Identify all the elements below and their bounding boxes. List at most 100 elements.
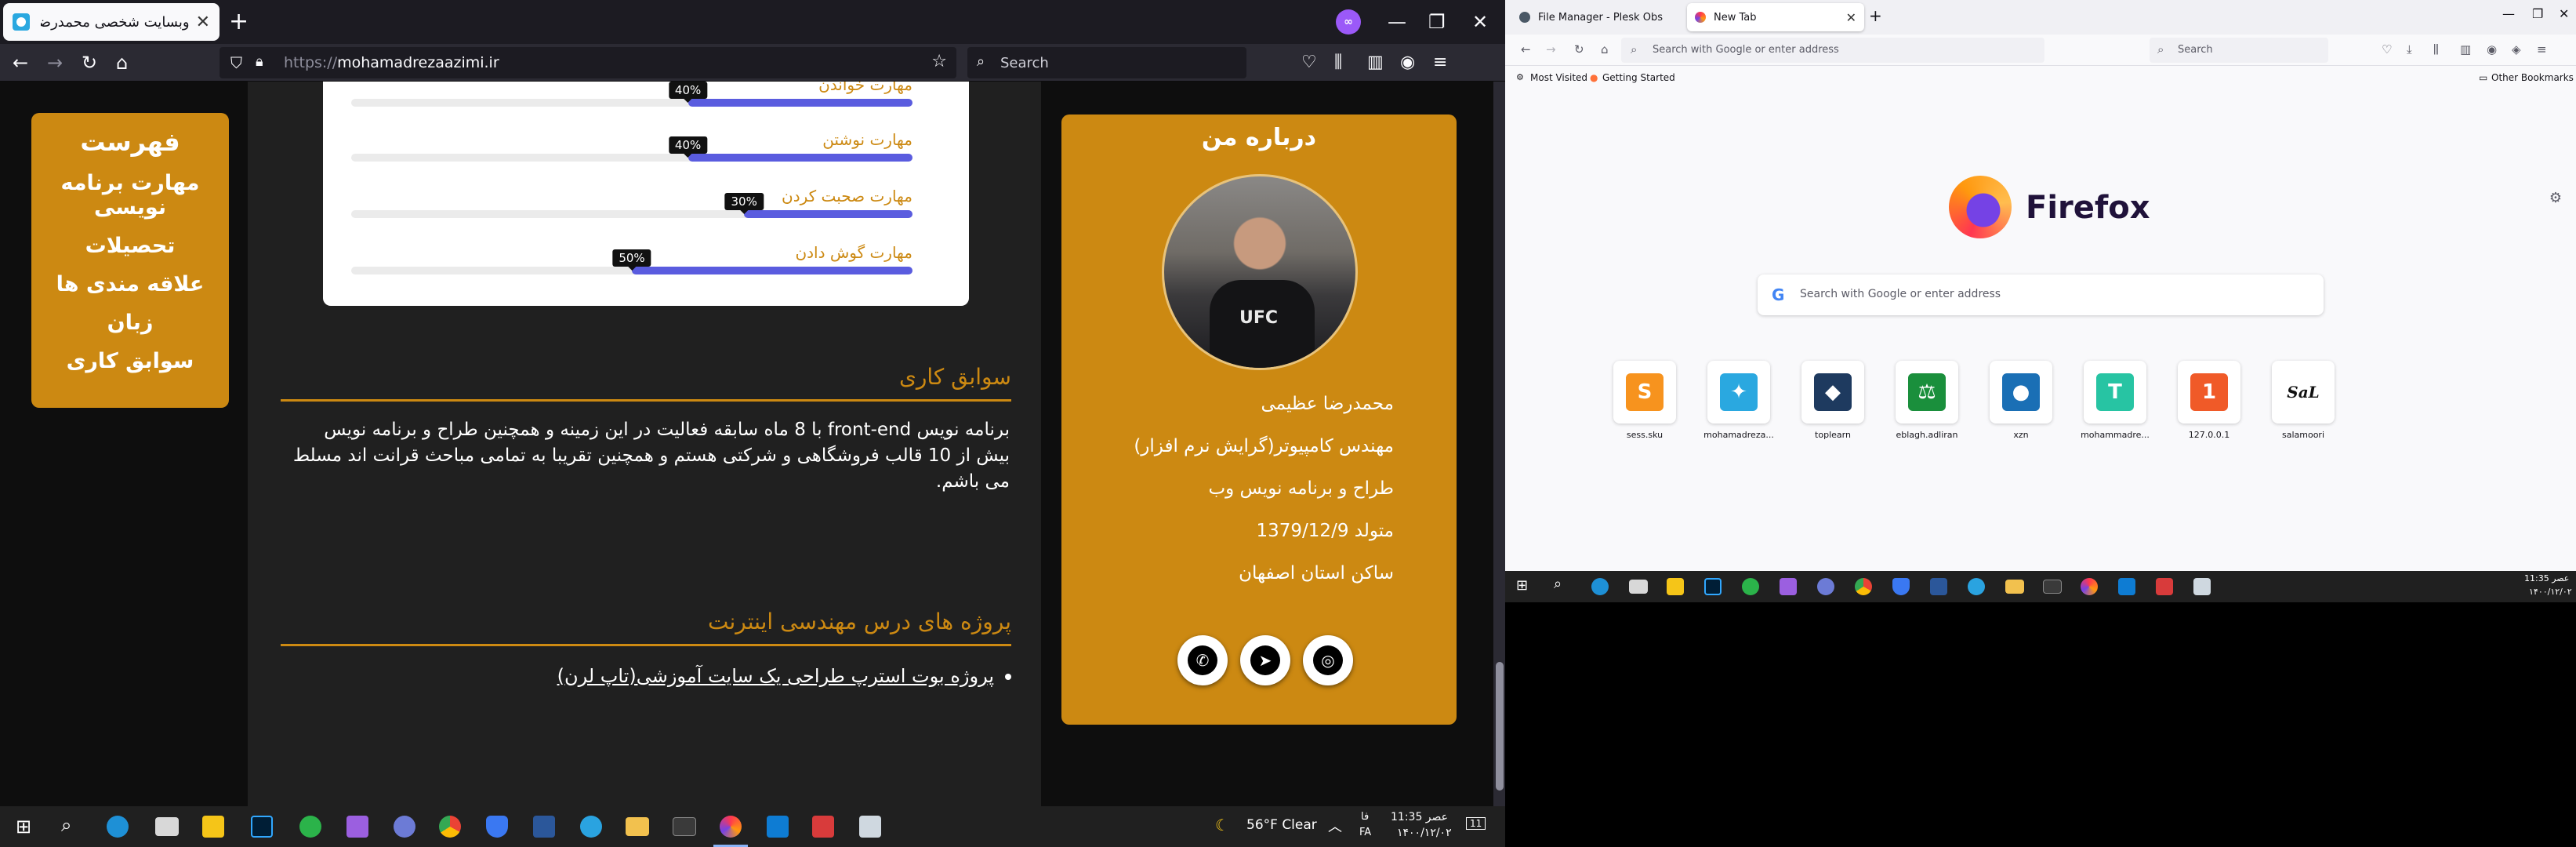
close-window-button[interactable]: ✕ — [1472, 6, 1488, 38]
maximize-button[interactable]: ❐ — [1428, 6, 1446, 38]
telegram-app-icon[interactable] — [580, 816, 602, 838]
sidebar-icon[interactable]: ▥ — [2460, 42, 2471, 56]
vscode-icon[interactable] — [2118, 578, 2135, 595]
minimize-button[interactable]: — — [2502, 6, 2515, 21]
mail-icon[interactable] — [1629, 580, 1648, 594]
word-web-icon[interactable] — [1817, 578, 1834, 595]
tab-file-manager[interactable]: File Manager - Plesk Obsidian 1 — [1511, 3, 1684, 31]
top-site-tile[interactable]: ✦ mohamadreza... — [1701, 361, 1776, 440]
anydesk-icon[interactable] — [2156, 578, 2173, 595]
shield-icon[interactable]: ⛉ — [230, 53, 242, 72]
terminal-icon[interactable] — [2043, 580, 2062, 594]
bookmark-star-icon[interactable]: ☆ — [931, 52, 947, 71]
firefox-taskbar-icon[interactable] — [2081, 578, 2098, 595]
tray-chevron-icon[interactable]: ︿ — [1328, 816, 1342, 836]
weather-text[interactable]: 56°F Clear — [1246, 817, 1317, 833]
edge-icon[interactable] — [107, 816, 129, 838]
chat-app-icon[interactable] — [1742, 578, 1759, 595]
library-icon[interactable]: ⫼ — [1334, 50, 1342, 75]
search-box[interactable]: ⌕ Search — [967, 47, 1246, 78]
clock-date[interactable]: ۱۴۰۰/۱۲/۰۲ — [2529, 587, 2572, 597]
photoshop-icon[interactable] — [251, 816, 273, 838]
chat-app-icon[interactable] — [299, 816, 321, 838]
forward-button[interactable]: → — [47, 49, 63, 77]
account-icon[interactable]: ◉ — [1400, 50, 1415, 75]
telegram-app-icon[interactable] — [1968, 578, 1985, 595]
library-icon[interactable]: ⫼ — [2433, 42, 2439, 56]
clock-time[interactable]: 11:35 عصر — [2524, 573, 2569, 583]
top-site-tile[interactable]: Ssess.sku — [1607, 361, 1682, 440]
menu-item-work[interactable]: سوابق کاری — [31, 349, 229, 373]
store-icon[interactable] — [1667, 578, 1684, 595]
store-icon[interactable] — [202, 816, 224, 838]
bookmark-getting-started[interactable]: Getting Started — [1602, 72, 1675, 83]
mail-icon[interactable] — [155, 817, 179, 836]
menu-icon[interactable]: ≡ — [2537, 42, 2547, 56]
visual-studio-icon[interactable] — [346, 816, 368, 838]
firefox-taskbar-icon[interactable] — [720, 816, 742, 838]
close-tab-icon[interactable]: ✕ — [196, 13, 210, 32]
forward-button[interactable]: → — [1546, 42, 1556, 56]
minimize-button[interactable]: — — [1388, 6, 1406, 38]
pocket-icon[interactable]: ♡ — [1301, 50, 1317, 75]
taskbar-search-icon[interactable]: ⌕ — [61, 814, 71, 836]
url-bar[interactable]: ⛉ 🔒︎ https://mohamadrezaazimi.ir ☆ — [220, 47, 956, 78]
defender-icon[interactable] — [1892, 578, 1910, 595]
lock-icon[interactable]: 🔒︎ — [256, 53, 263, 70]
menu-icon[interactable]: ≡ — [1433, 50, 1447, 75]
close-tab-icon[interactable]: ✕ — [1846, 10, 1856, 25]
menu-item-education[interactable]: تحصیلات — [31, 234, 229, 258]
pocket-icon[interactable]: ♡ — [2382, 42, 2392, 56]
project-link[interactable]: پروژه بوت استرپ طراحی یک سایت آموزشی(تاپ… — [549, 665, 1011, 687]
telegram-button[interactable]: ➤ — [1240, 635, 1290, 685]
visual-studio-icon[interactable] — [1780, 578, 1797, 595]
newtab-search-box[interactable]: G Search with Google or enter address — [1758, 274, 2324, 315]
top-site-tile[interactable]: ⚖ eblagh.adliran — [1889, 361, 1965, 440]
word-icon[interactable] — [533, 816, 555, 838]
chrome-icon[interactable] — [1855, 578, 1872, 595]
scrollbar-thumb[interactable] — [1496, 662, 1504, 791]
maximize-button[interactable]: ❐ — [2532, 6, 2543, 21]
page-scrollbar[interactable] — [1493, 82, 1505, 806]
anydesk-icon[interactable] — [812, 816, 834, 838]
back-button[interactable]: ← — [1521, 42, 1531, 56]
start-icon[interactable]: ⊞ — [16, 816, 31, 838]
terminal-icon[interactable] — [673, 817, 696, 836]
clock-date[interactable]: ۱۴۰۰/۱۲/۰۲ — [1397, 827, 1452, 839]
new-tab-button[interactable]: + — [1869, 6, 1882, 25]
top-site-tile[interactable]: ◆ toplearn — [1795, 361, 1870, 440]
top-site-tile[interactable]: 1 127.0.0.1 — [2171, 361, 2247, 440]
home-button[interactable]: ⌂ — [116, 49, 128, 77]
top-site-tile[interactable]: SaL salamoori — [2266, 361, 2341, 440]
account-icon[interactable]: ◉ — [2487, 42, 2497, 56]
back-button[interactable]: ← — [13, 49, 28, 77]
close-window-button[interactable]: ✕ — [2559, 6, 2569, 21]
search-box[interactable]: ⌕ Search — [2150, 38, 2328, 63]
photos-icon[interactable] — [859, 816, 881, 838]
other-bookmarks[interactable]: Other Bookmarks — [2491, 72, 2574, 83]
taskbar-search-icon[interactable]: ⌕ — [1554, 576, 1562, 592]
start-icon[interactable]: ⊞ — [1516, 577, 1528, 594]
whatsapp-button[interactable]: ✆ — [1177, 635, 1228, 685]
reload-button[interactable]: ↻ — [1574, 42, 1584, 56]
sidebar-icon[interactable]: ▥ — [1367, 50, 1384, 75]
home-button[interactable]: ⌂ — [1601, 42, 1609, 56]
menu-item-programming[interactable]: مهارت برنامه نویسی — [31, 171, 229, 220]
downloads-icon[interactable]: ⤓ — [2407, 42, 2412, 56]
menu-item-interests[interactable]: علاقه مندی ها — [31, 272, 229, 296]
top-site-tile[interactable]: Tmohammadre... — [2077, 361, 2153, 440]
new-tab-button[interactable]: + — [229, 8, 249, 36]
clock-time[interactable]: 11:35 عصر — [1391, 811, 1448, 823]
vscode-icon[interactable] — [767, 816, 789, 838]
extension-icon[interactable]: ◈ — [2512, 42, 2521, 56]
photoshop-icon[interactable] — [1704, 578, 1722, 595]
instagram-button[interactable]: ◎ — [1303, 635, 1353, 685]
url-bar[interactable]: ⌕ Search with Google or enter address — [1621, 38, 2044, 63]
bookmark-most-visited[interactable]: Most Visited — [1530, 72, 1587, 83]
photos-icon[interactable] — [2193, 578, 2211, 595]
menu-item-language[interactable]: زبان — [31, 311, 229, 335]
extension-icon[interactable]: ∞ — [1336, 9, 1361, 35]
file-explorer-icon[interactable] — [626, 817, 649, 836]
tab-personal-site[interactable]: وبسایت شخصی محمدرضاعظیمی ✕ — [3, 3, 220, 41]
reload-button[interactable]: ↻ — [82, 49, 97, 77]
